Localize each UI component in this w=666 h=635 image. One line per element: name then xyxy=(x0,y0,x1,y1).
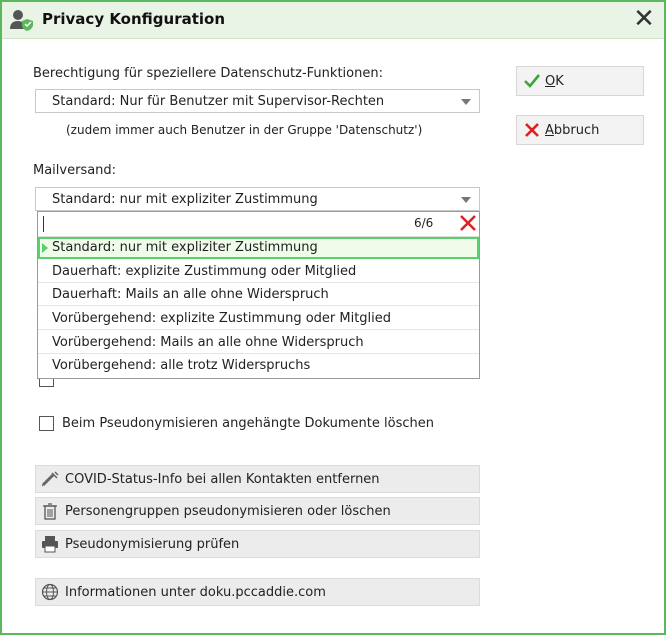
dropdown-option[interactable]: Standard: nur mit expliziter Zustimmung xyxy=(38,237,479,259)
mail-select[interactable]: Standard: nur mit expliziter Zustimmung xyxy=(35,187,480,211)
dropdown-option[interactable]: Dauerhaft: explizite Zustimmung oder Mit… xyxy=(38,261,479,283)
delete-docs-checkbox[interactable] xyxy=(39,416,54,431)
covid-remove-button[interactable]: COVID-Status-Info bei allen Kontakten en… xyxy=(35,465,480,493)
mail-label: Mailversand: xyxy=(33,163,117,178)
dropdown-option[interactable]: Vorübergehend: Mails an alle ohne Widers… xyxy=(38,332,479,354)
groups-pseudonymize-button[interactable]: Personengruppen pseudonymisieren oder lö… xyxy=(35,497,480,525)
check-icon xyxy=(524,74,541,88)
text-cursor xyxy=(43,216,44,232)
permissions-select[interactable]: Standard: Nur für Benutzer mit Superviso… xyxy=(35,89,480,113)
dropdown-option[interactable]: Vorübergehend: alle trotz Widerspruchs xyxy=(38,355,479,377)
dropdown-option[interactable]: Vorübergehend: explizite Zustimmung oder… xyxy=(38,308,479,330)
selection-marker-icon xyxy=(42,243,48,253)
cancel-button[interactable]: Abbruch xyxy=(516,115,644,145)
x-icon xyxy=(525,123,539,137)
mail-select-value: Standard: nur mit expliziter Zustimmung xyxy=(52,192,318,207)
pseudonymize-check-label: Pseudonymisierung prüfen xyxy=(65,537,240,552)
permissions-label: Berechtigung für speziellere Datenschutz… xyxy=(33,66,383,81)
printer-icon xyxy=(42,536,58,553)
covid-remove-label: COVID-Status-Info bei allen Kontakten en… xyxy=(65,472,380,487)
info-link-label: Informationen unter doku.pccaddie.com xyxy=(65,585,326,600)
user-shield-icon xyxy=(10,10,33,31)
groups-pseudonymize-label: Personengruppen pseudonymisieren oder lö… xyxy=(65,504,391,519)
pseudonymize-check-button[interactable]: Pseudonymisierung prüfen xyxy=(35,530,480,558)
window-title: Privacy Konfiguration xyxy=(42,10,226,28)
globe-icon xyxy=(41,583,59,601)
title-bar: Privacy Konfiguration ✕ xyxy=(2,2,664,39)
chevron-down-icon xyxy=(461,99,471,105)
permissions-select-value: Standard: Nur für Benutzer mit Superviso… xyxy=(52,94,385,109)
dropdown-option[interactable]: Dauerhaft: Mails an alle ohne Widerspruc… xyxy=(38,284,479,306)
clear-x-icon[interactable] xyxy=(458,213,478,233)
chevron-down-icon xyxy=(461,197,471,203)
close-button[interactable]: ✕ xyxy=(630,6,658,34)
delete-docs-label: Beim Pseudonymisieren angehängte Dokumen… xyxy=(62,416,434,431)
privacy-config-window: Privacy Konfiguration ✕ Berechtigung für… xyxy=(0,0,666,635)
ok-button[interactable]: OK xyxy=(516,66,644,96)
syringe-icon xyxy=(41,471,59,487)
permissions-note: (zudem immer auch Benutzer in der Gruppe… xyxy=(66,123,423,137)
dropdown-search-input[interactable]: 6/6 xyxy=(38,212,479,237)
cancel-label: Abbruch xyxy=(545,123,600,138)
ok-label: OK xyxy=(545,74,564,89)
dropdown-count: 6/6 xyxy=(414,216,434,230)
trash-icon xyxy=(43,503,57,520)
mail-dropdown-list: 6/6 Standard: nur mit expliziter Zustimm… xyxy=(37,211,480,379)
info-link-button[interactable]: Informationen unter doku.pccaddie.com xyxy=(35,578,480,606)
